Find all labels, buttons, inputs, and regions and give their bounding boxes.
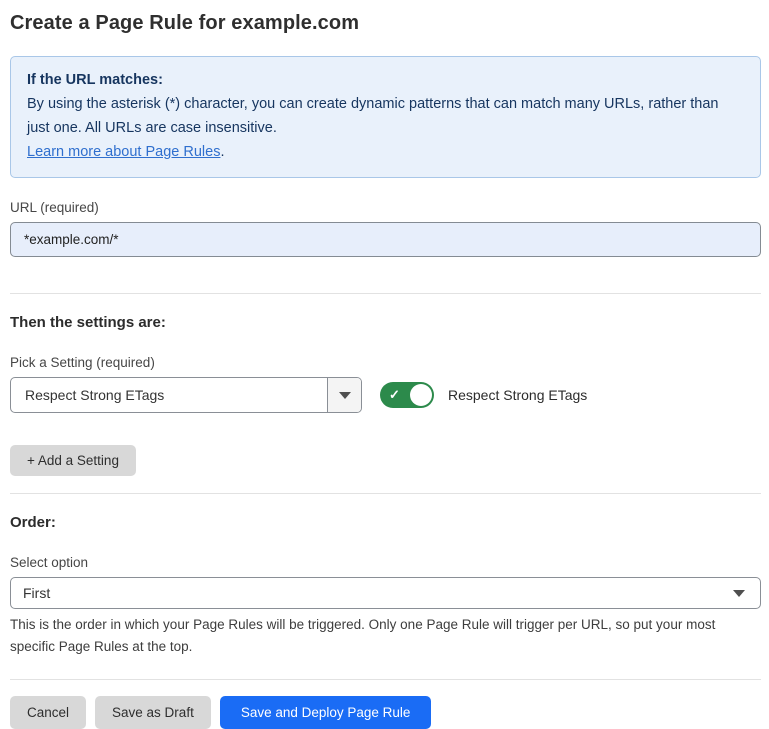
footer-actions: Cancel Save as Draft Save and Deploy Pag… — [10, 696, 761, 729]
setting-select[interactable]: Respect Strong ETags — [10, 377, 362, 413]
order-select[interactable]: First — [10, 577, 761, 609]
save-deploy-button[interactable]: Save and Deploy Page Rule — [220, 696, 432, 729]
setting-select-value: Respect Strong ETags — [11, 378, 327, 412]
url-label: URL (required) — [10, 200, 761, 215]
add-setting-button[interactable]: + Add a Setting — [10, 445, 136, 476]
setting-select-arrow-segment[interactable] — [327, 378, 361, 412]
etag-toggle[interactable]: ✓ — [380, 382, 434, 408]
save-draft-button[interactable]: Save as Draft — [95, 696, 211, 729]
chevron-down-icon — [339, 392, 351, 399]
info-box-body-text: By using the asterisk (*) character, you… — [27, 96, 719, 136]
pick-setting-label: Pick a Setting (required) — [10, 355, 761, 370]
cancel-button[interactable]: Cancel — [10, 696, 86, 729]
setting-row: Respect Strong ETags ✓ Respect Strong ET… — [10, 377, 761, 413]
learn-more-link[interactable]: Learn more about Page Rules — [27, 144, 220, 160]
info-box-heading: If the URL matches: — [27, 68, 744, 92]
toggle-knob — [410, 384, 432, 406]
url-input[interactable] — [10, 222, 761, 257]
url-match-info-box: If the URL matches: By using the asteris… — [10, 56, 761, 178]
info-box-body: By using the asterisk (*) character, you… — [27, 92, 744, 164]
order-select-label: Select option — [10, 555, 761, 570]
order-heading: Order: — [10, 514, 761, 531]
create-page-rule-panel: Create a Page Rule for example.com If th… — [0, 0, 769, 729]
divider — [10, 493, 761, 494]
check-icon: ✓ — [389, 388, 400, 401]
toggle-label: Respect Strong ETags — [448, 387, 587, 403]
page-title: Create a Page Rule for example.com — [10, 12, 761, 35]
settings-heading: Then the settings are: — [10, 314, 761, 331]
order-help-text: This is the order in which your Page Rul… — [10, 614, 755, 658]
divider — [10, 293, 761, 294]
order-select-value: First — [23, 585, 50, 601]
divider — [10, 679, 761, 680]
link-period: . — [220, 144, 224, 160]
chevron-down-icon — [733, 590, 745, 597]
